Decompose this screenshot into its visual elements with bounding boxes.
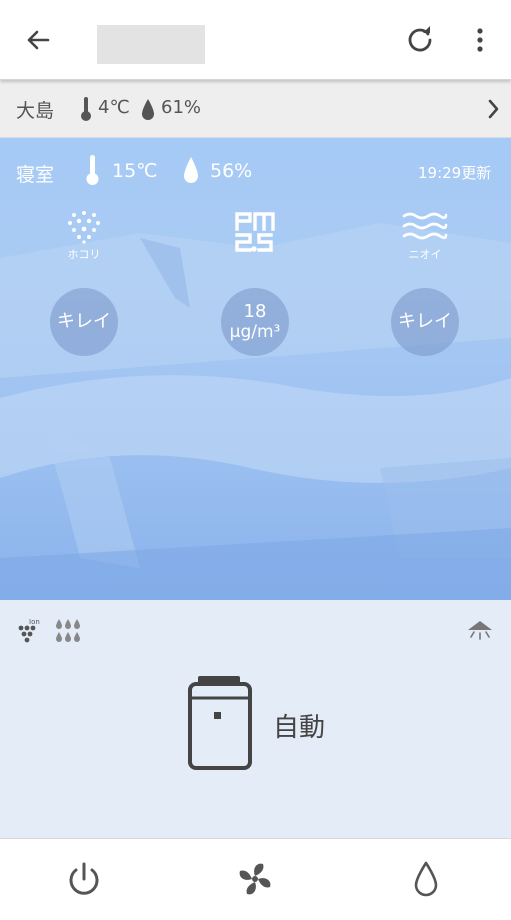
pm25-value-badge: 18 μg/m³ <box>221 288 289 356</box>
chevron-right-icon[interactable] <box>484 97 502 121</box>
air-purifier-device-icon <box>188 676 252 770</box>
pm25-value: 18 <box>243 301 267 322</box>
arrow-back-icon[interactable] <box>22 24 54 56</box>
fan-icon[interactable] <box>235 859 275 899</box>
odor-label: ニオイ <box>408 248 442 261</box>
updated-time: 19:29更新 <box>418 164 492 182</box>
bedroom-background-image <box>0 223 511 600</box>
room-status-panel: 寝室 15℃ 56% 19:29更新 ホコリ キレイ 18 μg/m³ ニオイ … <box>0 138 511 600</box>
pm25-unit: μg/m³ <box>229 322 281 342</box>
outdoor-weather-bar[interactable]: 大島 4℃ 61% <box>0 80 511 138</box>
room-humidity: 56% <box>210 160 253 182</box>
svg-text:Ion: Ion <box>29 618 40 626</box>
bottom-control-bar <box>0 838 511 920</box>
thermometer-icon <box>81 97 91 121</box>
odor-status: キレイ <box>398 311 452 332</box>
refresh-icon[interactable] <box>404 24 436 56</box>
mode-label: 自動 <box>273 713 326 743</box>
ion-icon: Ion <box>18 618 40 643</box>
outdoor-humidity: 61% <box>161 97 202 118</box>
operation-mode-panel: Ion 自動 <box>0 600 511 838</box>
outdoor-temperature: 4℃ <box>98 97 130 118</box>
app-bar <box>0 0 511 80</box>
more-vert-icon[interactable] <box>466 24 494 56</box>
room-name: 寝室 <box>16 164 55 186</box>
power-icon[interactable] <box>64 859 104 899</box>
dust-label: ホコリ <box>67 248 101 261</box>
room-temperature: 15℃ <box>112 160 158 182</box>
humidity-drop-icon <box>142 99 154 120</box>
device-title-placeholder <box>97 25 205 64</box>
thermometer-icon <box>86 155 99 185</box>
water-drop-icon[interactable] <box>406 859 446 899</box>
lamp-icon <box>468 621 492 640</box>
humidity-drop-icon <box>184 157 198 183</box>
outdoor-location: 大島 <box>16 100 55 122</box>
odor-icon <box>402 212 448 240</box>
dust-status: キレイ <box>57 311 111 332</box>
odor-sensor: ニオイ <box>375 210 475 262</box>
dust-icon <box>68 211 100 244</box>
dust-sensor: ホコリ <box>34 210 134 262</box>
dust-status-badge: キレイ <box>50 288 118 356</box>
pm25-sensor <box>205 210 305 254</box>
humidify-icon <box>56 619 80 642</box>
pm25-icon <box>235 212 275 252</box>
odor-status-badge: キレイ <box>391 288 459 356</box>
